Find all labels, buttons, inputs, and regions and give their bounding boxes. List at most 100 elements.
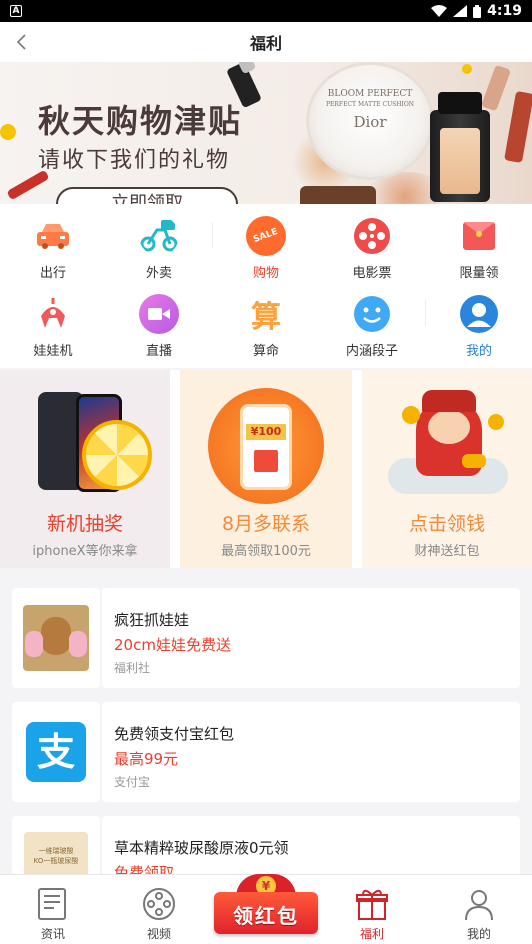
promo-title: 点击领钱 — [408, 513, 485, 535]
promo-cards: 新机抽奖 iphoneX等你来拿 ¥100 8月多联系 最高领取100元 点击领… — [0, 370, 532, 568]
gold-coin-icon — [402, 406, 420, 424]
makeup-bag-image — [300, 186, 376, 204]
item-title: 免费领支付宝红包 — [114, 725, 235, 743]
promo-subtitle: 财神送红包 — [414, 544, 480, 559]
gift-box-icon — [254, 450, 278, 472]
god-hat-image — [422, 390, 476, 412]
banner-headline: 秋天购物津贴 — [38, 102, 243, 140]
list-item[interactable]: 支 免费领支付宝红包 最高99元 支付宝 — [12, 702, 520, 802]
nav-label: 视频 — [146, 927, 171, 941]
app-notification-icon: A — [10, 5, 22, 17]
scooter-icon — [140, 220, 178, 252]
banner-subline: 请收下我们的礼物 — [38, 148, 231, 173]
grid-item-label: 购物 — [252, 266, 279, 281]
promo-title: 新机抽奖 — [46, 513, 123, 535]
page-title: 福利 — [249, 34, 282, 53]
person-icon — [465, 890, 493, 921]
item-source: 福利社 — [114, 661, 151, 675]
item-title: 草本精粹玻尿酸原液0元领 — [114, 839, 289, 857]
service-grid: 出行 外卖 SALE 购物 电影票 限量领 娃娃机 直播 算 算命 内涵段子 我… — [0, 204, 532, 368]
grid-item-label: 内涵段子 — [345, 344, 398, 359]
battery-icon — [473, 4, 482, 18]
nav-label: 我的 — [466, 927, 491, 941]
lipstick-decoration — [6, 169, 50, 201]
grid-item-fortune[interactable]: 算 算命 — [213, 294, 319, 359]
status-bar: A 4:19 — [0, 0, 532, 22]
gold-coin-icon — [488, 414, 504, 430]
lipstick-decoration — [504, 90, 532, 164]
claw-machine-icon — [41, 298, 65, 328]
phone-image — [240, 404, 292, 490]
promo-card-lottery[interactable]: 新机抽奖 iphoneX等你来拿 — [0, 370, 170, 568]
thumb-card: 支 — [12, 702, 100, 802]
grid-item-label: 电影票 — [352, 266, 392, 281]
grab-red-packet-button[interactable]: ¥ 领红包 — [214, 874, 318, 938]
grid-item-label: 外卖 — [145, 266, 172, 281]
item-price: 最高99元 — [114, 750, 179, 768]
gold-ingot-icon — [462, 454, 486, 468]
lipstick-decoration — [480, 64, 512, 112]
red-envelope-icon — [463, 222, 495, 250]
banner-claim-button[interactable]: 立即领取 — [56, 187, 238, 204]
film-icon — [143, 888, 175, 920]
grid-item-jokes[interactable]: 内涵段子 — [319, 294, 425, 359]
dior-compact-image: BLOOM PERFECT PERFECT MATTE CUSHION Dior — [306, 62, 434, 180]
item-price: 20cm娃娃免费送 — [114, 636, 231, 654]
grid-item-limited[interactable]: 限量领 — [426, 216, 532, 281]
screen: A 4:19 福利 BLOOM PERFECT PERFECT MATTE CU… — [0, 0, 532, 944]
shopping-tag-icon: SALE — [246, 216, 286, 256]
nav-news[interactable]: 资讯 — [0, 875, 106, 944]
grid-item-claw-machine[interactable]: 娃娃机 — [0, 294, 106, 359]
wifi-icon — [431, 5, 448, 17]
news-icon — [38, 888, 66, 920]
thumb-card — [12, 588, 100, 688]
grid-item-label: 我的 — [465, 344, 492, 359]
promo-card-money[interactable]: 点击领钱 财神送红包 — [362, 370, 532, 568]
plush-toys-image — [23, 605, 89, 671]
nav-welfare[interactable]: 福利 — [319, 875, 425, 944]
back-arrow-icon[interactable] — [12, 32, 32, 52]
item-title: 疯狂抓娃娃 — [114, 611, 190, 629]
foundation-bottle-image — [430, 92, 490, 202]
user-avatar-icon — [460, 295, 498, 333]
fortune-icon: 算 — [251, 300, 281, 335]
item-source: 支付宝 — [114, 775, 151, 789]
grid-item-movie[interactable]: 电影票 — [319, 216, 425, 281]
info-card: 免费领支付宝红包 最高99元 支付宝 — [102, 702, 520, 802]
promo-subtitle: 最高领取100元 — [221, 544, 311, 559]
prize-wheel-icon — [82, 420, 152, 490]
car-icon — [37, 224, 69, 249]
status-right: 4:19 — [431, 3, 522, 19]
grid-item-label: 出行 — [39, 266, 66, 281]
promo-title: 8月多联系 — [221, 513, 311, 535]
promo-card-contact[interactable]: ¥100 8月多联系 最高领取100元 — [180, 370, 352, 568]
nav-label: 资讯 — [40, 927, 65, 941]
video-camera-icon — [139, 294, 179, 334]
grid-item-mine[interactable]: 我的 — [426, 294, 532, 359]
yellow-dot-decoration — [462, 64, 472, 74]
grid-item-label: 限量领 — [459, 266, 499, 281]
grid-item-live[interactable]: 直播 — [106, 294, 212, 359]
grid-item-travel[interactable]: 出行 — [0, 216, 106, 281]
grid-item-shopping[interactable]: SALE 购物 — [213, 216, 319, 281]
smiley-icon — [354, 296, 390, 332]
promo-subtitle: iphoneX等你来拿 — [32, 544, 138, 559]
grid-item-delivery[interactable]: 外卖 — [106, 216, 212, 281]
header: 福利 — [0, 22, 532, 62]
nav-video[interactable]: 视频 — [106, 875, 212, 944]
grid-item-label: 娃娃机 — [33, 344, 73, 359]
gift-icon — [356, 889, 388, 920]
list-item[interactable]: 疯狂抓娃娃 20cm娃娃免费送 福利社 — [12, 588, 520, 688]
info-card: 疯狂抓娃娃 20cm娃娃免费送 福利社 — [102, 588, 520, 688]
alipay-logo: 支 — [26, 722, 86, 782]
god-face-image — [428, 410, 470, 444]
nav-mine[interactable]: 我的 — [426, 875, 532, 944]
signal-icon — [453, 5, 468, 17]
red-packet-label: 领红包 — [233, 904, 299, 928]
yellow-dot-decoration — [0, 124, 16, 140]
grid-item-label: 算命 — [252, 344, 279, 359]
clock: 4:19 — [487, 3, 522, 19]
promo-banner[interactable]: BLOOM PERFECT PERFECT MATTE CUSHION Dior… — [0, 62, 532, 204]
nav-label: 福利 — [359, 927, 384, 941]
amount-label: ¥100 — [246, 424, 286, 440]
